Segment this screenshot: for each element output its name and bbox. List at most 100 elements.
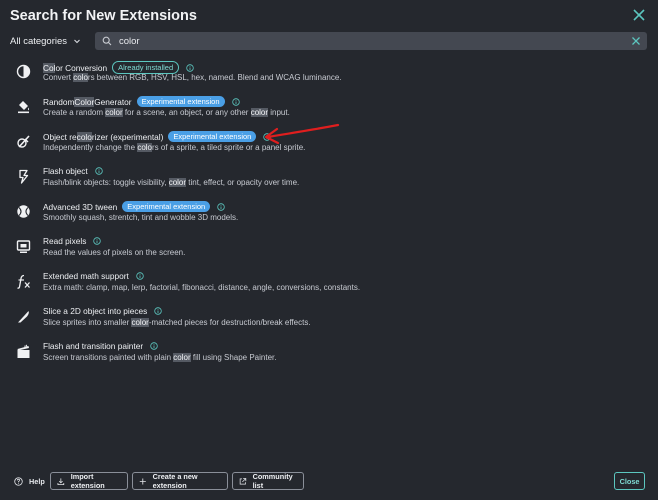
category-select[interactable]: All categories (10, 32, 86, 50)
half-circle-icon (16, 64, 31, 79)
info-icon[interactable] (150, 342, 158, 350)
status-badge: Experimental extension (168, 131, 257, 142)
extension-description: Convert colors between RGB, HSV, HSL, he… (43, 73, 342, 82)
blade-icon (18, 311, 29, 323)
extension-description-text: input. (268, 108, 290, 117)
extension-description-text: rs between RGB, HSV, HSL, hex, named. Bl… (87, 73, 342, 82)
community-list-button[interactable]: Community list (232, 472, 304, 490)
extension-description-text: rs of a sprite, a tiled sprite or a pane… (152, 143, 306, 152)
clear-search-icon[interactable] (631, 36, 641, 46)
extension-item[interactable]: Random Color Generator Experimental exten… (0, 91, 658, 125)
extension-name: Object re colo rizer (experimental) Experim… (43, 131, 272, 142)
extension-name-text: rizer (experimental) (91, 131, 164, 142)
extension-name-text: Advanced 3D tween (43, 201, 118, 212)
monitor-icon (16, 240, 31, 253)
close-button[interactable]: Close (614, 472, 645, 490)
extension-item[interactable]: Slice a 2D object into pieces Slice sprit… (0, 301, 658, 335)
extension-name: Flash and transition painter (43, 341, 158, 351)
extension-item[interactable]: Flash and transition painter Screen trans… (0, 336, 658, 370)
extension-description-text: Create a random (43, 108, 106, 117)
extension-name: Extended math support (43, 271, 144, 281)
search-match-highlight: color (105, 108, 123, 117)
search-box (95, 32, 647, 50)
help-button[interactable]: Help (14, 472, 45, 490)
extension-description: Extra math: clamp, map, lerp, factorial,… (43, 283, 360, 292)
search-match-highlight: color (168, 178, 187, 187)
extension-description: Read the values of pixels on the screen. (43, 248, 185, 257)
info-icon[interactable] (217, 202, 225, 211)
info-icon[interactable] (186, 63, 194, 72)
extension-description-text: Independently change the (43, 143, 138, 152)
import-extension-button[interactable]: Import extension (50, 472, 128, 490)
ball-icon (17, 205, 30, 218)
extension-description-text: Slice sprites into smaller (43, 318, 132, 327)
import-extension-label: Import extension (70, 472, 105, 490)
extension-description: Create a random color for a scene, an ob… (43, 108, 290, 117)
help-label: Help (29, 476, 45, 486)
info-icon[interactable] (93, 237, 102, 245)
plus-icon (139, 477, 146, 485)
search-input[interactable] (119, 33, 619, 49)
paint-bucket-icon (18, 101, 29, 114)
external-link-icon (239, 477, 247, 485)
search-match-highlight: Color (74, 96, 95, 107)
extension-item[interactable]: Extended math support Extra math: clamp, … (0, 266, 658, 300)
search-match-highlight: colo (137, 143, 152, 152)
extension-description-text: Flash/blink objects: toggle visibility, (43, 178, 169, 187)
info-icon[interactable] (154, 307, 162, 315)
search-match-highlight: Col (43, 62, 56, 73)
help-icon (14, 476, 23, 486)
search-match-highlight: color (173, 353, 191, 362)
search-match-highlight: colo (73, 73, 88, 82)
extension-description-text: Convert (43, 73, 74, 82)
info-icon[interactable] (263, 132, 272, 141)
search-match-highlight: color (131, 318, 149, 327)
extension-description-text: for a scene, an object, or any other (122, 108, 251, 117)
info-icon[interactable] (95, 167, 103, 175)
close-icon[interactable] (632, 8, 646, 22)
info-icon[interactable] (136, 272, 144, 280)
extension-item[interactable]: Object re colo rizer (experimental) Experim… (0, 126, 658, 160)
function-icon (17, 274, 30, 289)
extension-name-text: Extended math support (43, 271, 129, 281)
extension-name-text: Slice a 2D object into pieces (43, 306, 148, 316)
community-list-label: Community list (252, 472, 293, 490)
extension-description-text: Extra math: clamp, map, lerp, factorial,… (43, 283, 361, 292)
clapperboard-icon (17, 344, 30, 358)
extension-name: Slice a 2D object into pieces (43, 306, 162, 316)
extension-name: Random Color Generator Experimental exten… (43, 96, 240, 107)
extension-name-text: Generator (94, 96, 132, 107)
extension-item[interactable]: Read pixels Read the values of pixels on … (0, 231, 658, 265)
toolbar: All categories (10, 32, 647, 50)
extension-name-text: Random (43, 96, 75, 107)
extension-description-text: tint, effect, or opacity over time. (186, 178, 300, 187)
status-badge: Experimental extension (136, 96, 225, 107)
extension-name: Advanced 3D tween Experimental extension (43, 201, 225, 212)
extension-description-text: fill using Shape Painter. (190, 353, 277, 362)
chevron-down-icon (74, 39, 80, 44)
extension-name-text: Object re (43, 131, 77, 142)
extension-description-text: Screen transitions painted with plain (43, 353, 174, 362)
extension-item[interactable]: Flash object Flash/blink objects: toggle … (0, 161, 658, 195)
extension-description: Flash/blink objects: toggle visibility, … (43, 178, 299, 187)
extension-description: Independently change the colors of a spr… (43, 143, 305, 152)
category-select-value: All categories (10, 35, 68, 47)
lightning-icon (19, 169, 29, 184)
extension-item[interactable]: Col or Conversion Already installed Convert… (0, 56, 658, 90)
create-extension-button[interactable]: Create a new extension (132, 472, 228, 490)
extension-name-text: Flash object (43, 166, 88, 176)
info-icon[interactable] (231, 97, 240, 106)
extension-description-text: Read the values of pixels on the screen. (43, 248, 186, 257)
footer: Help Import extension Create a new exten… (0, 472, 658, 490)
extension-name: Flash object (43, 166, 103, 176)
extension-description: Smoothly squash, strentch, tint and wobb… (43, 213, 238, 222)
recolor-icon (17, 135, 30, 148)
extension-name-text: Read pixels (43, 236, 87, 246)
extension-description-text: Smoothly squash, strentch, tint and wobb… (43, 213, 239, 222)
create-extension-label: Create a new extension (152, 472, 198, 490)
extension-description-text: -matched pieces for destruction/break ef… (148, 318, 311, 327)
search-match-highlight: color (250, 108, 269, 117)
download-icon (57, 477, 65, 485)
extension-item[interactable]: Advanced 3D tween Experimental extension S… (0, 196, 658, 230)
status-badge: Experimental extension (122, 201, 211, 212)
